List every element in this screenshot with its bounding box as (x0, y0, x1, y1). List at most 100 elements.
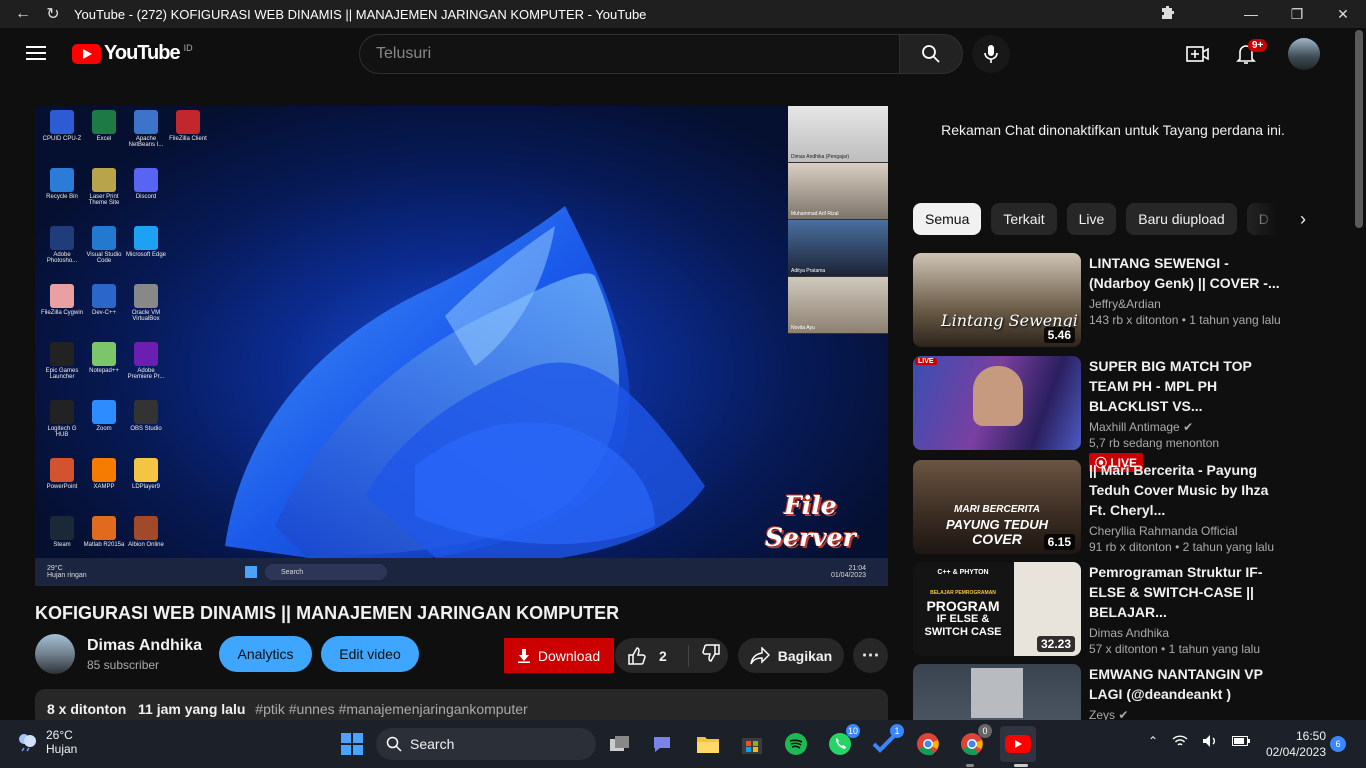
chip-terkait[interactable]: Terkait (991, 203, 1057, 235)
thumb-line-4: IF ELSE & (936, 613, 990, 625)
page-scrollbar[interactable] (1352, 28, 1366, 720)
spotify-icon[interactable] (782, 730, 810, 758)
extensions-icon[interactable] (1160, 5, 1176, 25)
app-icon (92, 284, 116, 308)
hashtags[interactable]: #ptik #unnes #manajemenjaringankomputer (255, 701, 527, 717)
video-time: 21:04 (848, 565, 866, 572)
desktop-icon: Zoom (83, 400, 125, 458)
windows-taskbar: 26°C Hujan Search 10 1 0 ⌃ 16:50 02/04/2… (0, 720, 1366, 768)
taskbar-search[interactable]: Search (376, 728, 596, 760)
close-icon[interactable]: ✕ (1320, 0, 1366, 28)
channel-avatar[interactable] (35, 634, 75, 674)
chat-disabled-note: Rekaman Chat dinonaktifkan untuk Tayang … (941, 122, 1285, 138)
channel-name[interactable]: Dimas Andhika (87, 637, 202, 655)
minimize-icon[interactable]: — (1228, 0, 1274, 28)
chip-live[interactable]: Live (1066, 203, 1117, 235)
wifi-icon[interactable] (1172, 734, 1188, 748)
desktop-icon: PowerPoint (41, 458, 83, 516)
desktop-icon: FileZilla Cygwin (41, 284, 83, 342)
battery-icon[interactable] (1232, 736, 1251, 746)
more-actions-button[interactable]: ⋯ (853, 638, 888, 673)
menu-icon[interactable] (26, 46, 46, 60)
share-button[interactable]: Bagikan (738, 638, 844, 673)
dislike-button[interactable] (689, 643, 721, 668)
create-button[interactable] (1186, 42, 1210, 66)
youtube-app-icon[interactable] (1004, 730, 1032, 758)
rec-channel[interactable]: Dimas Andhika (1089, 626, 1289, 640)
maximize-icon[interactable]: ❐ (1274, 0, 1320, 28)
subscriber-count: 85 subscriber (87, 658, 160, 672)
overlay-line-2: Server (765, 523, 856, 552)
desktop-icon: Notepad++ (83, 342, 125, 400)
rec-channel[interactable]: Cheryllia Rahmanda Official (1089, 524, 1289, 538)
chrome-profile-icon[interactable]: 0 (958, 724, 992, 758)
desktop-icon: FileZilla Client (167, 110, 209, 168)
download-button[interactable]: Download (504, 638, 614, 673)
like-button[interactable]: 2 (615, 644, 689, 667)
account-avatar[interactable] (1288, 38, 1320, 70)
rec-channel[interactable]: Jeffry&Ardian (1089, 297, 1289, 311)
more-icon: ⋯ (861, 645, 880, 665)
video-search: Search (265, 564, 387, 580)
reload-icon[interactable]: ↻ (42, 4, 64, 24)
video-weather: 29°C Hujan ringan (47, 565, 87, 579)
whatsapp-icon[interactable]: 10 (826, 724, 860, 758)
todo-icon[interactable]: 1 (870, 724, 904, 758)
video-thumbnail[interactable]: Lintang Sewengi 5.46 (913, 253, 1081, 347)
view-count: 8 x ditonton (47, 701, 127, 717)
app-icon (50, 458, 74, 482)
recommendation-item[interactable]: Lintang Sewengi 5.46 LINTANG SEWENGI - (… (913, 253, 1343, 347)
app-icon (92, 458, 116, 482)
weather-widget[interactable]: 26°C Hujan (16, 728, 77, 756)
analytics-button[interactable]: Analytics (219, 636, 312, 672)
video-player[interactable]: CPUID CPU-Z Excel Apache NetBeans I... File… (35, 106, 888, 586)
chip-baru-diupload[interactable]: Baru diupload (1126, 203, 1237, 235)
chevron-up-icon[interactable]: ⌃ (1148, 734, 1158, 748)
teams-chat-icon[interactable] (650, 730, 678, 758)
desktop-icon-label: Steam (53, 542, 71, 548)
chips-next-button[interactable]: › (1242, 203, 1312, 235)
app-icon (50, 226, 74, 250)
youtube-logo[interactable]: YouTube ID (72, 42, 193, 65)
chip-semua[interactable]: Semua (913, 203, 982, 235)
rain-cloud-icon (16, 732, 40, 752)
video-thumbnail[interactable]: MARI BERCERITA PAYUNG TEDUH COVER 6.15 (913, 460, 1081, 554)
rec-title[interactable]: SUPER BIG MATCH TOP TEAM PH - MPL PH BLA… (1089, 356, 1289, 416)
desktop-icon-label: Apache NetBeans I... (128, 136, 164, 148)
recommendation-item[interactable]: C++ & PHYTON BELAJAR PEMROGRAMAN PROGRAM… (913, 562, 1343, 656)
video-thumbnail[interactable]: LIVE (913, 356, 1081, 450)
rec-channel[interactable]: Maxhill Antimage (1089, 420, 1180, 434)
recommendation-item[interactable]: MARI BERCERITA PAYUNG TEDUH COVER 6.15 |… (913, 460, 1343, 554)
scrollbar-thumb[interactable] (1355, 30, 1363, 228)
search-input[interactable] (376, 45, 899, 63)
video-thumbnail[interactable]: C++ & PHYTON BELAJAR PEMROGRAMAN PROGRAM… (913, 562, 1081, 656)
desktop-icon: Logitech G HUB (41, 400, 83, 458)
video-weather-text: Hujan ringan (47, 572, 87, 579)
back-icon[interactable]: ← (12, 5, 34, 23)
download-icon (517, 648, 530, 663)
volume-icon[interactable] (1202, 734, 1218, 748)
taskbar-clock[interactable]: 16:50 02/04/2023 (1258, 728, 1326, 760)
desktop-icon: Visual Studio Code (83, 226, 125, 284)
chrome-icon[interactable] (914, 730, 942, 758)
thumb-line-2: PAYUNG TEDUH (945, 517, 1049, 532)
recommendation-item[interactable]: LIVE SUPER BIG MATCH TOP TEAM PH - MPL P… (913, 356, 1343, 472)
video-windows-taskbar: 29°C Hujan ringan Search 21:04 01/04/202… (35, 558, 888, 586)
participant-name: Aditya Pratama (791, 268, 826, 274)
start-button[interactable] (340, 732, 364, 756)
app-icon (92, 226, 116, 250)
system-tray: ⌃ (1148, 734, 1251, 748)
rec-title[interactable]: LINTANG SEWENGI - (Ndarboy Genk) || COVE… (1089, 253, 1289, 293)
microsoft-store-icon[interactable] (738, 730, 766, 758)
search-button[interactable] (899, 34, 963, 74)
notification-center-badge[interactable]: 6 (1330, 736, 1346, 752)
participant-tile: Dimas Andhika (Pengajar) (788, 106, 888, 163)
file-server-overlay: File Server (765, 490, 856, 554)
voice-search-button[interactable] (972, 35, 1010, 73)
edit-video-button[interactable]: Edit video (321, 636, 419, 672)
rec-title[interactable]: EMWANG NANTANGIN VP LAGI (@deandeankt ) (1089, 664, 1289, 704)
rec-title[interactable]: Pemrograman Struktur IF-ELSE & SWITCH-CA… (1089, 562, 1289, 622)
task-view-icon[interactable] (606, 730, 634, 758)
file-explorer-icon[interactable] (694, 730, 722, 758)
rec-title[interactable]: || Mari Bercerita - Payung Teduh Cover M… (1089, 460, 1289, 520)
